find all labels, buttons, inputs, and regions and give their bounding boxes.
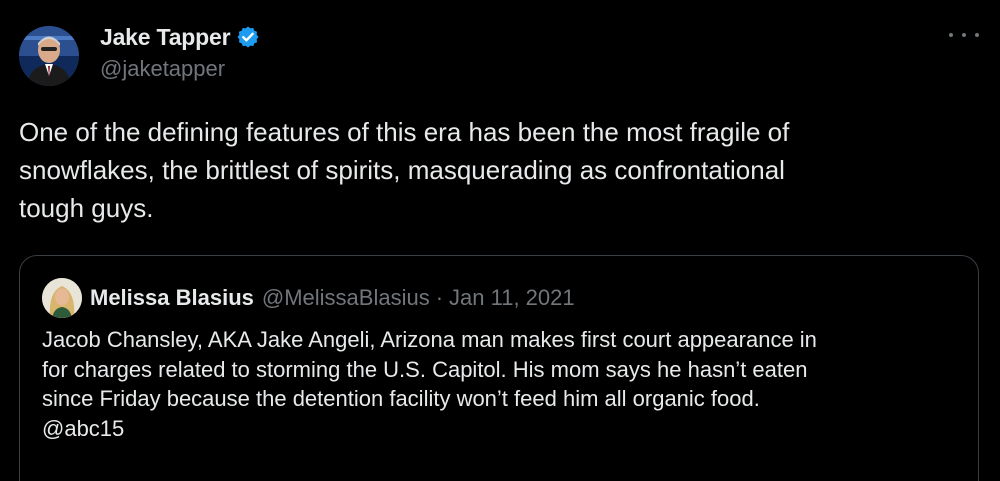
tweet: Jake Tapper @jaketapper One of the defin… [0,0,1000,481]
author-name[interactable]: Jake Tapper [100,24,231,51]
author-handle[interactable]: @jaketapper [100,56,225,82]
more-dot [975,33,979,37]
quoted-tweet-text: Jacob Chansley, AKA Jake Angeli, Arizona… [42,327,817,441]
quoted-tweet[interactable]: Melissa Blasius @MelissaBlasius · Jan 11… [19,255,979,481]
more-horizontal-icon[interactable] [949,24,979,46]
quoted-separator: · [435,285,444,310]
more-dot [962,33,966,37]
author-avatar[interactable] [19,26,79,86]
quoted-header: Melissa Blasius @MelissaBlasius · Jan 11… [90,282,575,314]
quoted-author-handle[interactable]: @MelissaBlasius [262,282,430,314]
verified-badge-icon [236,25,260,49]
author-name-row[interactable]: Jake Tapper [100,22,260,52]
tweet-text: One of the defining features of this era… [19,117,790,223]
quoted-author-name[interactable]: Melissa Blasius [90,282,254,314]
quoted-author-avatar[interactable] [42,278,82,318]
quoted-date[interactable]: Jan 11, 2021 [449,282,575,314]
more-dot [949,33,953,37]
